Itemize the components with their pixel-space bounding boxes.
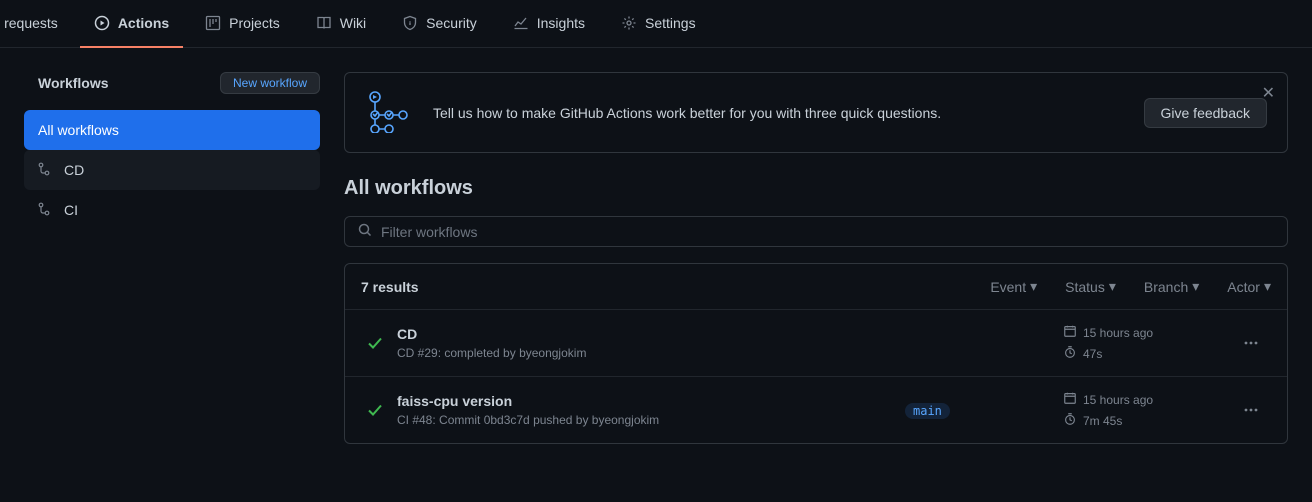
- nav-projects[interactable]: Projects: [191, 0, 294, 48]
- feedback-banner: Tell us how to make GitHub Actions work …: [344, 72, 1288, 153]
- filter-dropdowns: Event▾ Status▾ Branch▾ Actor▾: [990, 278, 1271, 295]
- run-subtitle: CD #29: completed by byeongjokim: [397, 346, 897, 360]
- sidebar-item-label: All workflows: [38, 122, 119, 138]
- filter-label: Event: [990, 279, 1026, 295]
- repo-nav: ll requests Actions Projects Wiki Securi…: [0, 0, 1312, 48]
- give-feedback-button[interactable]: Give feedback: [1144, 98, 1268, 128]
- run-duration: 7m 45s: [1083, 414, 1122, 428]
- sidebar-item-all-workflows[interactable]: All workflows: [24, 110, 320, 150]
- success-check-icon: [361, 402, 389, 418]
- run-row[interactable]: CD CD #29: completed by byeongjokim 15 h…: [345, 310, 1287, 377]
- page-title: All workflows: [344, 177, 1288, 200]
- filter-label: Status: [1065, 279, 1105, 295]
- nav-security[interactable]: Security: [388, 0, 491, 48]
- nav-label: Projects: [229, 15, 280, 31]
- projects-icon: [205, 15, 221, 31]
- sidebar-item-ci[interactable]: CI: [24, 190, 320, 230]
- nav-label: Security: [426, 15, 477, 31]
- results-box: 7 results Event▾ Status▾ Branch▾ Actor▾ …: [344, 263, 1288, 444]
- stopwatch-icon: [1063, 345, 1077, 362]
- workflow-icon: [38, 162, 54, 178]
- run-age: 15 hours ago: [1083, 393, 1153, 407]
- filter-actor[interactable]: Actor▾: [1227, 278, 1271, 295]
- nav-pull-requests[interactable]: ll requests: [0, 0, 72, 48]
- actions-flow-icon: [365, 89, 409, 136]
- filter-branch[interactable]: Branch▾: [1144, 278, 1199, 295]
- run-subtitle: CI #48: Commit 0bd3c7d pushed by byeongj…: [397, 413, 897, 427]
- calendar-icon: [1063, 324, 1077, 341]
- branch-label[interactable]: main: [905, 403, 950, 419]
- run-row[interactable]: faiss-cpu version CI #48: Commit 0bd3c7d…: [345, 377, 1287, 443]
- sidebar-item-cd[interactable]: CD: [24, 150, 320, 190]
- close-icon[interactable]: ✕: [1262, 83, 1275, 103]
- filter-event[interactable]: Event▾: [990, 278, 1037, 295]
- sidebar-header: Workflows New workflow: [24, 72, 320, 94]
- run-info: faiss-cpu version CI #48: Commit 0bd3c7d…: [397, 393, 897, 427]
- filter-input[interactable]: [381, 224, 1275, 240]
- play-icon: [94, 15, 110, 31]
- gear-icon: [621, 15, 637, 31]
- results-header: 7 results Event▾ Status▾ Branch▾ Actor▾: [345, 264, 1287, 310]
- search-icon: [357, 222, 381, 241]
- run-title[interactable]: faiss-cpu version: [397, 393, 897, 409]
- wiki-icon: [316, 15, 332, 31]
- nav-label: ll requests: [0, 15, 58, 31]
- calendar-icon: [1063, 391, 1077, 408]
- graph-icon: [513, 15, 529, 31]
- caret-down-icon: ▾: [1264, 278, 1271, 295]
- results-count: 7 results: [361, 279, 419, 295]
- nav-wiki[interactable]: Wiki: [302, 0, 380, 48]
- run-info: CD CD #29: completed by byeongjokim: [397, 326, 897, 360]
- run-meta: 15 hours ago 7m 45s: [1063, 391, 1223, 429]
- nav-label: Insights: [537, 15, 585, 31]
- nav-actions[interactable]: Actions: [80, 0, 183, 48]
- run-title[interactable]: CD: [397, 326, 897, 342]
- filter-label: Branch: [1144, 279, 1188, 295]
- filter-workflows[interactable]: [344, 216, 1288, 247]
- nav-label: Settings: [645, 15, 696, 31]
- workflow-icon: [38, 202, 54, 218]
- nav-insights[interactable]: Insights: [499, 0, 599, 48]
- sidebar-item-label: CD: [64, 162, 84, 178]
- sidebar-title: Workflows: [38, 75, 109, 91]
- sidebar-item-label: CI: [64, 202, 78, 218]
- main-content: Tell us how to make GitHub Actions work …: [344, 72, 1288, 444]
- run-menu-button[interactable]: [1231, 402, 1271, 418]
- run-duration: 47s: [1083, 347, 1102, 361]
- filter-label: Actor: [1227, 279, 1260, 295]
- run-menu-button[interactable]: [1231, 335, 1271, 351]
- caret-down-icon: ▾: [1192, 278, 1199, 295]
- sidebar: Workflows New workflow All workflows CD …: [24, 72, 320, 444]
- filter-status[interactable]: Status▾: [1065, 278, 1116, 295]
- success-check-icon: [361, 335, 389, 351]
- banner-text: Tell us how to make GitHub Actions work …: [433, 105, 1120, 121]
- sidebar-list: All workflows CD CI: [24, 110, 320, 230]
- branch-cell: main: [905, 402, 1055, 419]
- new-workflow-button[interactable]: New workflow: [220, 72, 320, 94]
- stopwatch-icon: [1063, 412, 1077, 429]
- caret-down-icon: ▾: [1030, 278, 1037, 295]
- run-meta: 15 hours ago 47s: [1063, 324, 1223, 362]
- caret-down-icon: ▾: [1109, 278, 1116, 295]
- nav-settings[interactable]: Settings: [607, 0, 710, 48]
- shield-icon: [402, 15, 418, 31]
- nav-label: Actions: [118, 15, 169, 31]
- run-age: 15 hours ago: [1083, 326, 1153, 340]
- nav-label: Wiki: [340, 15, 366, 31]
